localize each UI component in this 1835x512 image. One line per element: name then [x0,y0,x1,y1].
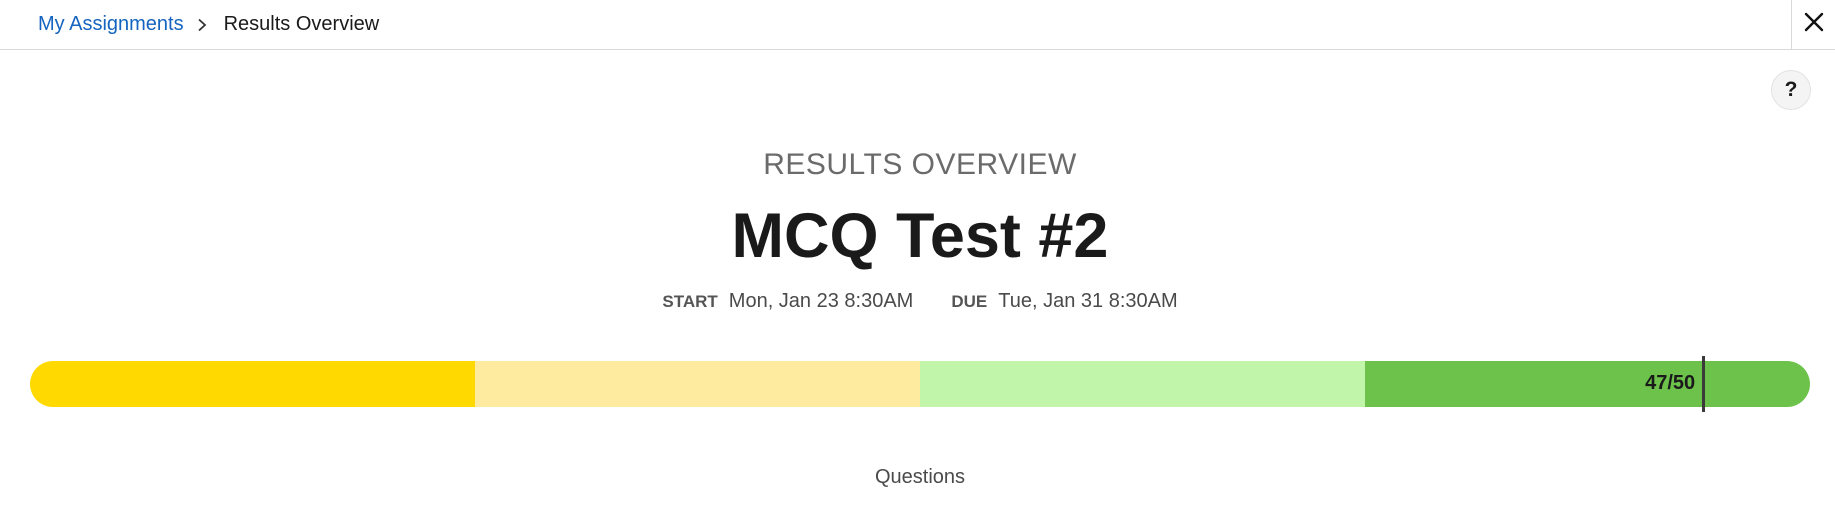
score-marker [1702,356,1706,412]
score-band-4 [1365,361,1810,407]
breadcrumb-my-assignments-link[interactable]: My Assignments [38,13,184,36]
start-date-key: START [662,292,718,311]
chevron-right-icon [196,18,208,32]
top-bar: My Assignments Results Overview [0,0,1835,50]
due-date-key: DUE [951,292,988,311]
breadcrumb-current: Results Overview [223,13,380,35]
help-icon: ? [1784,78,1798,101]
help-button[interactable]: ? [1771,70,1811,110]
section-label: RESULTS OVERVIEW [763,148,1077,181]
score-band-3 [920,361,1365,407]
questions-heading: Questions [874,466,966,488]
score-progress-bar [30,361,1810,407]
score-band-1 [30,361,475,407]
score-band-2 [475,361,920,407]
close-icon [1804,12,1824,37]
breadcrumb: My Assignments Results Overview [38,0,379,49]
assignment-dates: START Mon, Jan 23 8:30AM DUE Tue, Jan 31… [0,290,1835,313]
start-date-value: Mon, Jan 23 8:30AM [728,290,914,312]
score-label: 47/50 [1645,372,1696,394]
due-date-value: Tue, Jan 31 8:30AM [998,290,1178,312]
close-button[interactable] [1791,0,1835,49]
page-title: MCQ Test #2 [731,201,1109,271]
